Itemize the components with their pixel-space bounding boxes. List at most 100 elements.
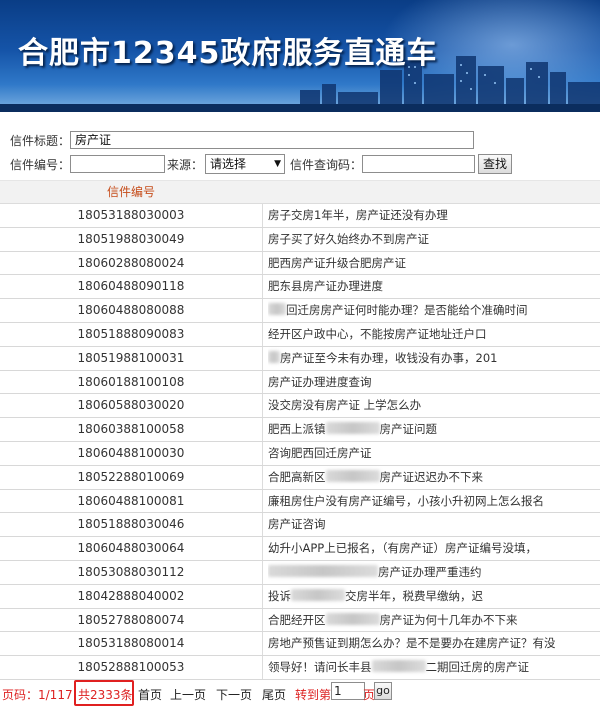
subject-text: 领导好！请问长丰县 [268,660,372,675]
letter-subject-link[interactable]: 房产证办理进度查询 [268,371,556,393]
subject-text-continued: 房产证迟迟办不下来 [379,469,484,484]
letter-number-cell: 18051988100031 [77,350,185,365]
go-button[interactable]: go [374,681,392,700]
letter-number-cell: 18052288010069 [77,469,185,484]
letter-subject-link[interactable]: 房子买了好久始终办不到房产证 [268,228,556,250]
letter-subject-link[interactable]: 房产证至今未有办理，收钱没有办事，201 [268,347,556,369]
table-row[interactable]: 18051888090083 经开区户政中心，不能按房产证地址迁户口 [0,322,600,347]
subject-text: 没交房没有房产证 上学怎么办 [268,398,422,413]
table-row[interactable]: 18060488090118 肥东县房产证办理进度 [0,275,600,300]
letter-subject-link[interactable]: 领导好！请问长丰县 二期回迁房的房产证 [268,656,556,678]
search-button[interactable]: 查找 [478,154,512,174]
subject-text: 房子交房1年半，房产证还没有办理 [268,208,448,222]
letter-number-cell: 18060588030020 [77,398,185,413]
letter-subject-link[interactable]: 肥东县房产证办理进度 [268,275,556,297]
table-row[interactable]: 18060188100108 房产证办理进度查询 [0,370,600,395]
last-page-link[interactable]: 尾页 [262,686,286,703]
subject-text: 幼升小APP上已报名，（有房产证）房产证编号没填， [268,541,537,556]
redacted-text [268,564,378,577]
query-code-label: 信件查询码： [290,158,363,172]
letter-subject-link[interactable]: 投诉 交房半年，税费早缴纳，迟 [268,585,556,607]
subject-text-continued: 房产证办理严重违约 [378,564,482,579]
letter-subject-link[interactable]: 房子交房1年半，房产证还没有办理 [268,204,556,226]
subject-text: 肥西房产证升级合肥房产证 [268,255,406,270]
table-row[interactable]: 18052888100053 领导好！请问长丰县 二期回迁房的房产证 [0,656,600,680]
subject-text: 咨询肥西回迁房产证 [268,445,372,460]
table-row[interactable]: 18053188030003 房子交房1年半，房产证还没有办理 [0,204,600,228]
subject-text: 房产证至今未有办理，收钱没有办事，201 [280,350,498,365]
source-label: 来源： [167,158,204,172]
letter-subject-link[interactable]: 经开区户政中心，不能按房产证地址迁户口 [268,323,556,345]
subject-text: 廉租房住户没有房产证编号，小孩小升初网上怎么报名 [268,493,544,508]
letter-subject-link[interactable]: 合肥高新区 房产证迟迟办不下来 [268,466,556,488]
table-row[interactable]: 18042888040002 投诉 交房半年，税费早缴纳，迟 [0,584,600,609]
table-row[interactable]: 18053088030112 房产证办理严重违约 [0,560,600,585]
header-banner: 合肥市12345政府服务直通车 [0,0,600,112]
goto-label: 转到第 [295,687,332,702]
subject-text: 房子买了好久始终办不到房产证 [268,231,429,246]
letter-subject-link[interactable]: 合肥经开区 房产证为何十几年办不下来 [268,609,556,631]
subject-text: 肥东县房产证办理进度 [268,279,383,294]
source-select[interactable]: 请选择 ▼ [205,154,285,174]
total-count: 共2333条 [78,687,133,702]
table-row[interactable]: 18053188080014 房地产预售证到期怎么办？是不是要办在建房产证？有没 [0,632,600,657]
table-row[interactable]: 18060488030064 幼升小APP上已报名，（有房产证）房产证编号没填， [0,537,600,561]
column-header-letter-number: 信件编号 [106,185,155,199]
goto-page-input[interactable]: 1 [331,681,365,700]
letter-subject-link[interactable]: 房产证办理严重违约 [268,561,556,583]
letter-number-cell: 18051888030046 [77,517,185,532]
query-code-input[interactable] [362,155,475,173]
table-row[interactable]: 18051988030049 房子买了好久始终办不到房产证 [0,227,600,252]
redacted-text [371,660,426,673]
letter-subject-link[interactable]: 咨询肥西回迁房产证 [268,442,556,464]
subject-text-continued: 房产证为何十几年办不下来 [379,612,518,627]
table-row[interactable]: 18052288010069 合肥高新区 房产证迟迟办不下来 [0,465,600,490]
letter-subject-link[interactable]: 房产证咨询 [268,513,556,535]
table-row[interactable]: 18060288080024 肥西房产证升级合肥房产证 [0,251,600,276]
letter-subject-link[interactable]: 廉租房住户没有房产证编号，小孩小升初网上怎么报名 [268,490,556,512]
table-row[interactable]: 18060488100081 廉租房住户没有房产证编号，小孩小升初网上怎么报名 [0,489,600,514]
redacted-text [268,350,280,363]
prev-page-link[interactable]: 上一页 [170,686,206,703]
subject-text-continued: 房产证问题 [379,422,438,437]
letter-subject-link[interactable]: 肥西上派镇 房产证问题 [268,418,556,440]
letter-number-cell: 18060488100081 [77,493,185,508]
letter-number-cell: 18051988030049 [77,231,185,246]
redacted-text [268,303,286,316]
next-page-link[interactable]: 下一页 [216,686,252,703]
letter-number-input[interactable] [70,155,165,173]
redacted-text [325,422,380,435]
letter-number-cell: 18060288080024 [77,255,185,270]
subject-text: 房产证办理进度查询 [268,374,372,389]
letter-subject-link[interactable]: 幼升小APP上已报名，（有房产证）房产证编号没填， [268,537,556,559]
letter-number-cell: 18060488080088 [77,303,185,318]
subject-label: 信件标题： [10,134,71,148]
page-info: 页码：1/117 [2,687,73,702]
letter-subject-link[interactable]: 没交房没有房产证 上学怎么办 [268,394,556,416]
subject-text: 肥西上派镇 [268,422,326,437]
table-row[interactable]: 18051888030046 房产证咨询 [0,513,600,538]
table-row[interactable]: 18060488080088 回迁房房产证何时能办理？是否能给个准确时间 [0,299,600,323]
letter-number-cell: 18053188030003 [77,208,185,222]
table-row[interactable]: 18052788080074 合肥经开区 房产证为何十几年办不下来 [0,608,600,633]
letter-number-label: 信件编号： [10,158,71,172]
letter-subject-link[interactable]: 回迁房房产证何时能办理？是否能给个准确时间 [268,299,556,321]
table-row[interactable]: 18060388100058 肥西上派镇 房产证问题 [0,418,600,442]
table-row[interactable]: 18060588030020 没交房没有房产证 上学怎么办 [0,394,600,419]
chevron-down-icon: ▼ [274,159,281,169]
subject-text: 房产证咨询 [268,517,326,532]
subject-text: 回迁房房产证何时能办理？是否能给个准确时间 [286,303,528,318]
table-row[interactable]: 18060488100030 咨询肥西回迁房产证 [0,441,600,466]
page-title: 合肥市12345政府服务直通车 [18,36,438,71]
table-row[interactable]: 18051988100031 房产证至今未有办理，收钱没有办事，201 [0,346,600,371]
pagination: 页码：1/117 共2333条 首页 上一页 下一页 尾页 转到第 1 页 go [0,679,600,706]
redacted-text [325,469,380,482]
source-select-value: 请选择 [210,157,247,171]
subject-input[interactable]: 房产证 [70,131,474,149]
first-page-link[interactable]: 首页 [138,686,162,703]
subject-text: 经开区户政中心，不能按房产证地址迁户口 [268,326,487,341]
letter-subject-link[interactable]: 房地产预售证到期怎么办？是不是要办在建房产证？有没 [268,632,556,654]
letter-subject-link[interactable]: 肥西房产证升级合肥房产证 [268,252,556,274]
subject-text-continued: 交房半年，税费早缴纳，迟 [345,588,483,603]
letter-number-cell: 18053088030112 [77,564,185,579]
